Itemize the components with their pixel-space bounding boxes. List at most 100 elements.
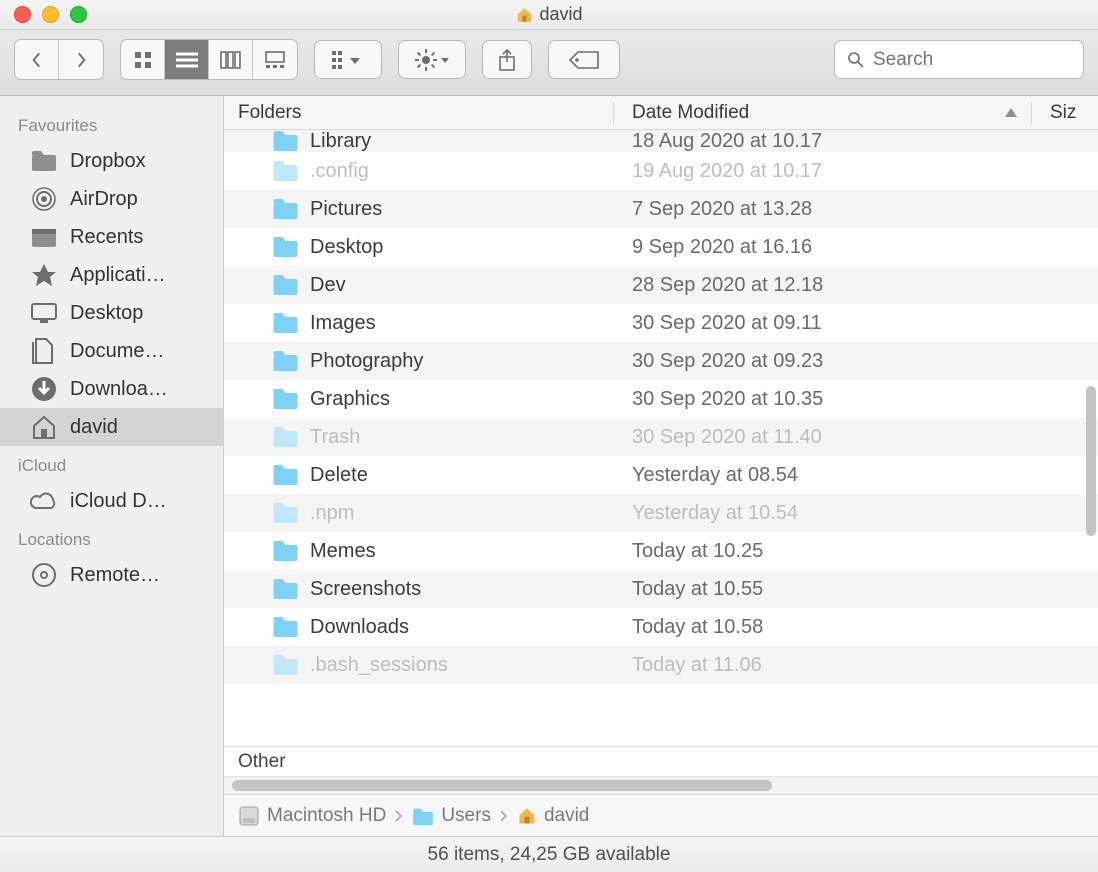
sidebar-heading: iCloud [0, 446, 223, 482]
documents-icon [30, 339, 58, 363]
path-separator-icon [499, 809, 509, 823]
file-date: 18 Aug 2020 at 10.17 [614, 130, 1098, 152]
folder-icon [272, 159, 299, 183]
file-row[interactable]: Dev 28 Sep 2020 at 12.18 [224, 266, 1098, 304]
minimize-window-button[interactable] [42, 6, 59, 23]
share-button[interactable] [482, 40, 532, 79]
column-date-header[interactable]: Date Modified [614, 102, 1032, 124]
file-date: 7 Sep 2020 at 13.28 [614, 198, 1098, 221]
sidebar-item-label: david [70, 416, 118, 439]
view-buttons [120, 39, 298, 80]
sidebar-item-downloa-[interactable]: Downloa… [0, 370, 223, 408]
file-name: Delete [310, 464, 368, 487]
sidebar-item-airdrop[interactable]: AirDrop [0, 180, 223, 218]
horizontal-scrollbar-thumb[interactable] [232, 780, 772, 791]
folder-icon [272, 235, 299, 259]
file-row[interactable]: Desktop9 Sep 2020 at 16.16 [224, 228, 1098, 266]
search-field[interactable] [834, 40, 1084, 79]
file-row[interactable]: DeleteYesterday at 08.54 [224, 456, 1098, 494]
group-button[interactable] [314, 40, 382, 79]
sidebar-item-recents[interactable]: Recents [0, 218, 223, 256]
sidebar-item-icloud-d-[interactable]: iCloud D… [0, 482, 223, 520]
window-controls [14, 6, 87, 23]
sidebar-item-label: iCloud D… [70, 490, 167, 513]
sidebar-item-label: Applicati… [70, 264, 166, 287]
folder-icon [272, 425, 299, 449]
list-view-button[interactable] [165, 40, 209, 79]
downloads-icon [30, 377, 58, 401]
sidebar-item-desktop[interactable]: Desktop [0, 294, 223, 332]
maximize-window-button[interactable] [70, 6, 87, 23]
home-icon [30, 415, 58, 439]
desktop-icon [30, 301, 58, 325]
sidebar-item-label: Docume… [70, 340, 164, 363]
path-segment[interactable]: david [517, 805, 589, 827]
toolbar [0, 30, 1098, 96]
file-row[interactable]: Photography 30 Sep 2020 at 09.23 [224, 342, 1098, 380]
folder-icon [30, 149, 58, 173]
folder-icon [412, 807, 434, 825]
gallery-view-button[interactable] [253, 40, 297, 79]
applications-icon [30, 263, 58, 287]
folder-icon [272, 387, 299, 411]
column-name-header[interactable]: Folders [224, 102, 614, 124]
file-date: 28 Sep 2020 at 12.18 [614, 274, 1098, 297]
sidebar-item-label: AirDrop [70, 188, 138, 211]
tags-button[interactable] [548, 40, 620, 79]
sidebar-item-dropbox[interactable]: Dropbox [0, 142, 223, 180]
recents-icon [30, 225, 58, 249]
close-window-button[interactable] [14, 6, 31, 23]
file-row[interactable]: .config19 Aug 2020 at 10.17 [224, 152, 1098, 190]
file-row[interactable]: .npmYesterday at 10.54 [224, 494, 1098, 532]
path-segment[interactable]: Macintosh HD [238, 805, 386, 827]
disc-icon [30, 563, 58, 587]
file-row[interactable]: .bash_sessionsToday at 11.06 [224, 646, 1098, 684]
file-name: Photography [310, 350, 423, 373]
path-label: Macintosh HD [267, 805, 386, 827]
window-title: david [515, 4, 582, 25]
file-date: 30 Sep 2020 at 11.40 [614, 426, 1098, 449]
icon-view-button[interactable] [121, 40, 165, 79]
search-input[interactable] [873, 49, 1098, 71]
column-view-button[interactable] [209, 40, 253, 79]
folder-icon [272, 615, 299, 639]
file-date: Today at 11.06 [614, 654, 1098, 677]
sidebar-item-docume-[interactable]: Docume… [0, 332, 223, 370]
file-date: Today at 10.58 [614, 616, 1098, 639]
folder-icon [272, 273, 299, 297]
search-icon [847, 51, 865, 69]
sidebar-item-label: Recents [70, 226, 143, 249]
sidebar: FavouritesDropbox AirDrop Recents Applicati… [0, 96, 224, 836]
sidebar-item-remote-[interactable]: Remote… [0, 556, 223, 594]
folder-icon [272, 539, 299, 563]
file-row[interactable]: Graphics30 Sep 2020 at 10.35 [224, 380, 1098, 418]
sidebar-item-david[interactable]: david [0, 408, 223, 446]
file-row[interactable]: Pictures7 Sep 2020 at 13.28 [224, 190, 1098, 228]
folder-icon [272, 311, 299, 335]
sidebar-item-label: Remote… [70, 564, 160, 587]
column-size-header[interactable]: Siz [1032, 102, 1098, 124]
sidebar-item-applicati-[interactable]: Applicati… [0, 256, 223, 294]
path-segment[interactable]: Users [412, 805, 491, 827]
vertical-scrollbar[interactable] [1086, 386, 1096, 536]
file-row[interactable]: DownloadsToday at 10.58 [224, 608, 1098, 646]
file-name: .config [310, 160, 369, 183]
file-name: Dev [310, 274, 346, 297]
folder-icon [272, 577, 299, 601]
cloud-icon [30, 489, 58, 513]
file-row[interactable]: Trash30 Sep 2020 at 11.40 [224, 418, 1098, 456]
file-name: Images [310, 312, 376, 335]
sidebar-heading: Favourites [0, 106, 223, 142]
file-row[interactable]: ScreenshotsToday at 10.55 [224, 570, 1098, 608]
file-date: Yesterday at 10.54 [614, 502, 1098, 525]
back-button[interactable] [15, 40, 59, 79]
file-row[interactable]: MemesToday at 10.25 [224, 532, 1098, 570]
horizontal-scrollbar-track[interactable] [224, 776, 1098, 794]
file-row[interactable]: Images30 Sep 2020 at 09.11 [224, 304, 1098, 342]
forward-button[interactable] [59, 40, 103, 79]
folder-icon [272, 501, 299, 525]
action-button[interactable] [398, 40, 466, 79]
file-date: 30 Sep 2020 at 09.23 [614, 350, 1098, 373]
file-row[interactable]: Library18 Aug 2020 at 10.17 [224, 130, 1098, 152]
file-date: 30 Sep 2020 at 10.35 [614, 388, 1098, 411]
